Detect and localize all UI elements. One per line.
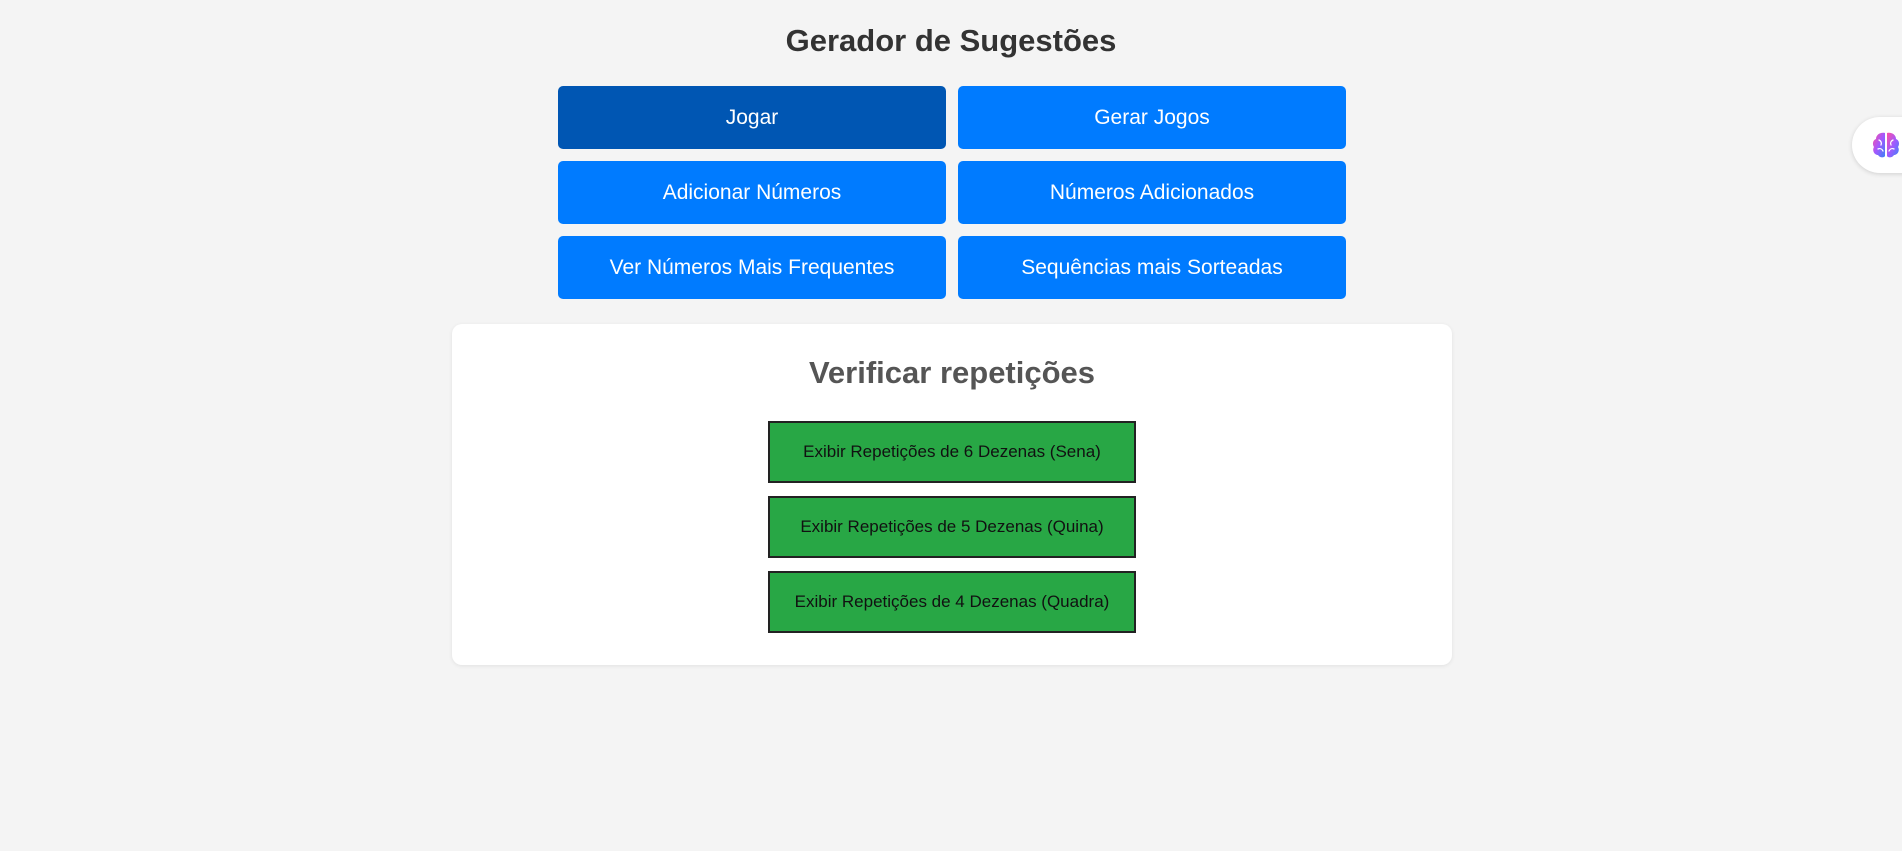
page: Gerador de Sugestões Jogar Gerar Jogos A…: [0, 0, 1902, 851]
repeticoes-card: Verificar repetições Exibir Repetições d…: [452, 324, 1452, 665]
repeticoes-button-list: Exibir Repetições de 6 Dezenas (Sena) Ex…: [768, 421, 1136, 633]
sequencias-mais-sorteadas-button[interactable]: Sequências mais Sorteadas: [958, 236, 1346, 299]
quadra-repeticoes-button[interactable]: Exibir Repetições de 4 Dezenas (Quadra): [768, 571, 1136, 633]
sena-repeticoes-button[interactable]: Exibir Repetições de 6 Dezenas (Sena): [768, 421, 1136, 483]
extension-widget[interactable]: [1852, 117, 1902, 173]
numeros-adicionados-button[interactable]: Números Adicionados: [958, 161, 1346, 224]
brain-icon: [1872, 132, 1900, 158]
numeros-mais-frequentes-button[interactable]: Ver Números Mais Frequentes: [558, 236, 946, 299]
repeticoes-title: Verificar repetições: [808, 355, 1096, 390]
nav-button-grid: Jogar Gerar Jogos Adicionar Números Núme…: [558, 86, 1346, 299]
page-title: Gerador de Sugestões: [785, 23, 1117, 58]
jogar-button[interactable]: Jogar: [558, 86, 946, 149]
adicionar-numeros-button[interactable]: Adicionar Números: [558, 161, 946, 224]
gerar-jogos-button[interactable]: Gerar Jogos: [958, 86, 1346, 149]
quina-repeticoes-button[interactable]: Exibir Repetições de 5 Dezenas (Quina): [768, 496, 1136, 558]
